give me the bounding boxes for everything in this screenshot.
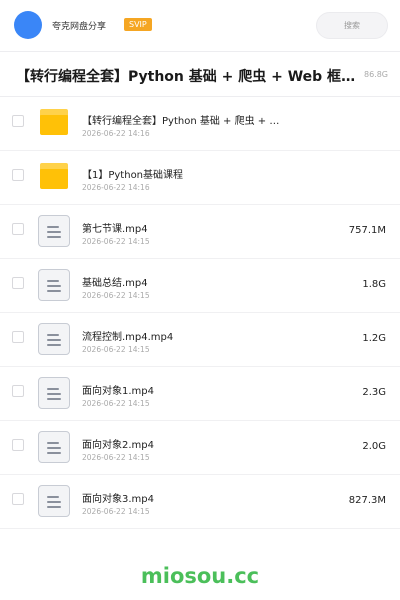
file-date: 2026-06-22 14:15: [82, 291, 150, 300]
file-row[interactable]: 面向对象1.mp4 2026-06-22 14:15 2.3G: [0, 367, 400, 421]
file-date: 2026-06-22 14:15: [82, 399, 150, 408]
select-checkbox[interactable]: [12, 115, 24, 127]
document-icon: [38, 431, 70, 463]
username: 夸克网盘分享: [52, 22, 107, 32]
file-size: 757.1M: [348, 225, 386, 236]
folder-icon: [40, 163, 68, 189]
top-bar: 夸克网盘分享 SVIP 搜索: [0, 0, 400, 52]
file-date: 2026-06-22 14:16: [82, 129, 150, 138]
select-checkbox[interactable]: [12, 331, 24, 343]
file-row[interactable]: 面向对象2.mp4 2026-06-22 14:15 2.0G: [0, 421, 400, 475]
share-total-size: 86.8G: [359, 70, 388, 79]
file-size: 1.2G: [362, 333, 386, 344]
file-date: 2026-06-22 14:15: [82, 237, 150, 246]
file-date: 2026-06-22 14:15: [82, 453, 150, 462]
file-list: 【转行编程全套】Python 基础 + 爬虫 + … 2026-06-22 14:…: [0, 97, 400, 529]
share-title-bar: 【转行编程全套】Python 基础 + 爬虫 + Web 框架… 86.8G: [0, 53, 400, 97]
file-name: 基础总结.mp4: [82, 278, 148, 289]
file-row[interactable]: 第七节课.mp4 2026-06-22 14:15 757.1M: [0, 205, 400, 259]
file-date: 2026-06-22 14:15: [82, 507, 150, 516]
file-row[interactable]: 面向对象3.mp4 2026-06-22 14:15 827.3M: [0, 475, 400, 529]
file-name: 流程控制.mp4.mp4: [82, 332, 174, 343]
file-date: 2026-06-22 14:16: [82, 183, 150, 192]
select-checkbox[interactable]: [12, 169, 24, 181]
select-checkbox[interactable]: [12, 223, 24, 235]
folder-icon: [40, 109, 68, 135]
folder-row[interactable]: 【1】Python基础课程 2026-06-22 14:16: [0, 151, 400, 205]
file-date: 2026-06-22 14:15: [82, 345, 150, 354]
folder-row[interactable]: 【转行编程全套】Python 基础 + 爬虫 + … 2026-06-22 14:…: [0, 97, 400, 151]
file-size: 2.3G: [362, 387, 386, 398]
file-name: 面向对象1.mp4: [82, 386, 154, 397]
file-size: 2.0G: [362, 441, 386, 452]
document-icon: [38, 485, 70, 517]
file-size: 1.8G: [362, 279, 386, 290]
site-watermark: miosou.cc: [140, 564, 260, 588]
avatar[interactable]: [14, 11, 42, 39]
file-size: 827.3M: [348, 495, 386, 506]
select-checkbox[interactable]: [12, 277, 24, 289]
select-checkbox[interactable]: [12, 385, 24, 397]
select-checkbox[interactable]: [12, 439, 24, 451]
footer: miosou.cc: [0, 548, 400, 600]
svip-badge: SVIP: [124, 18, 152, 31]
file-name: 面向对象2.mp4: [82, 440, 154, 451]
file-name: 【1】Python基础课程: [82, 170, 184, 181]
document-icon: [38, 377, 70, 409]
file-name: 第七节课.mp4: [82, 224, 148, 235]
document-icon: [38, 215, 70, 247]
document-icon: [38, 269, 70, 301]
share-title: 【转行编程全套】Python 基础 + 爬虫 + Web 框架…: [16, 69, 362, 85]
select-checkbox[interactable]: [12, 493, 24, 505]
file-name: 【转行编程全套】Python 基础 + 爬虫 + …: [82, 116, 280, 127]
file-row[interactable]: 流程控制.mp4.mp4 2026-06-22 14:15 1.2G: [0, 313, 400, 367]
search-button[interactable]: 搜索: [316, 12, 388, 39]
file-name: 面向对象3.mp4: [82, 494, 154, 505]
file-row[interactable]: 基础总结.mp4 2026-06-22 14:15 1.8G: [0, 259, 400, 313]
document-icon: [38, 323, 70, 355]
